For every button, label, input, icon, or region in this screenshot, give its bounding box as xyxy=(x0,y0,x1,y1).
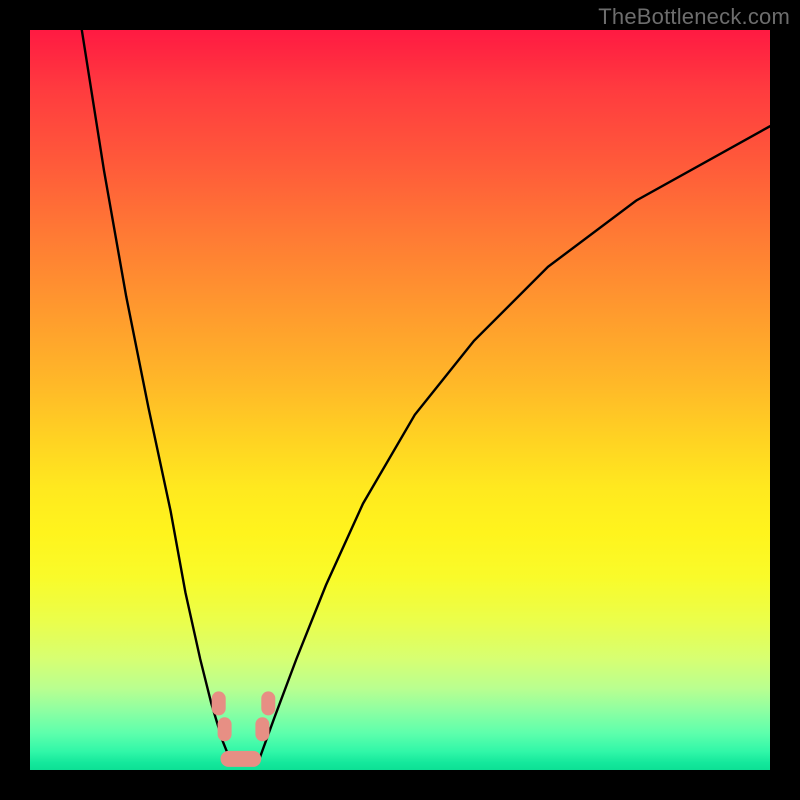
watermark-text: TheBottleneck.com xyxy=(598,4,790,30)
valley-pill xyxy=(221,751,262,767)
right-dot-upper xyxy=(261,691,275,715)
plot-area xyxy=(30,30,770,770)
left-branch-curve xyxy=(82,30,230,759)
curve-layer xyxy=(30,30,770,770)
marker-layer xyxy=(212,691,276,767)
chart-stage: TheBottleneck.com xyxy=(0,0,800,800)
right-dot-lower xyxy=(255,717,269,741)
right-branch-curve xyxy=(259,126,770,759)
left-dot-lower xyxy=(218,717,232,741)
left-dot-upper xyxy=(212,691,226,715)
